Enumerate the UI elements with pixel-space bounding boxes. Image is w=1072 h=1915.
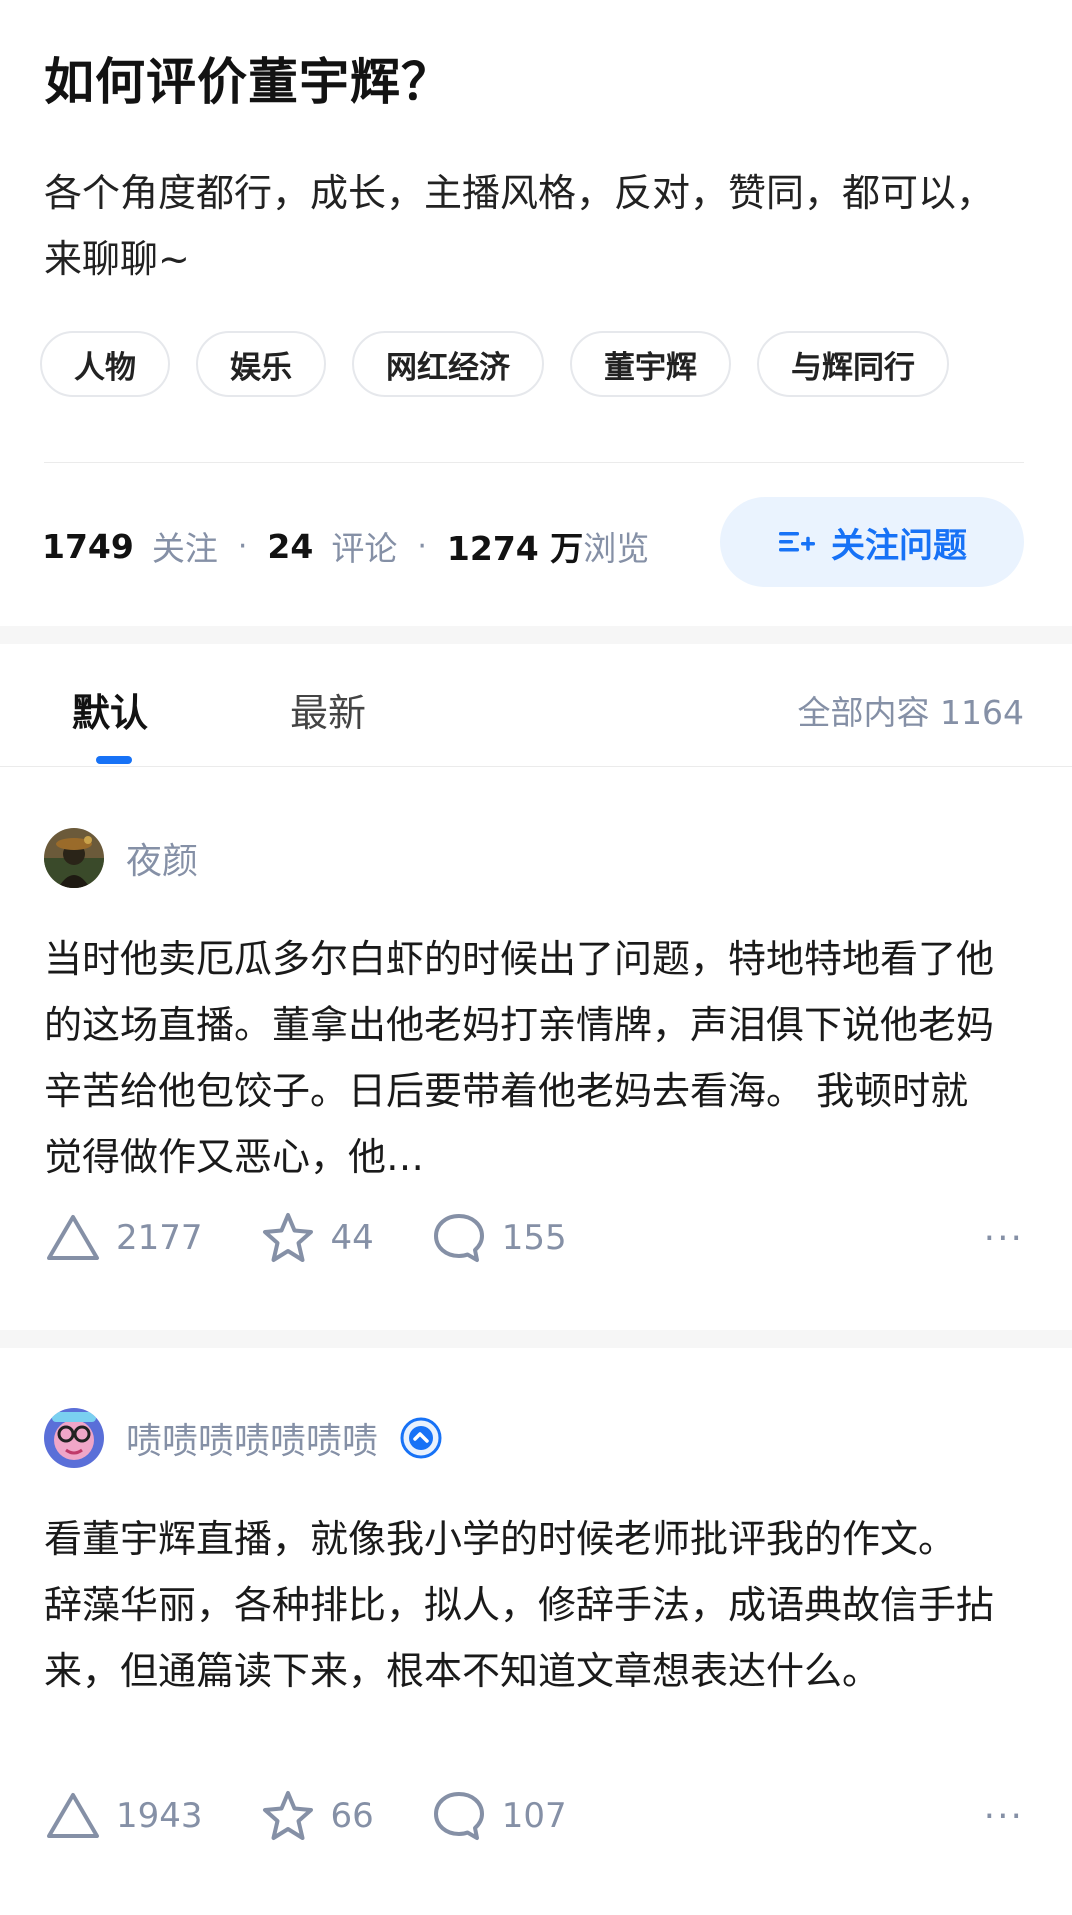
divider xyxy=(44,462,1024,463)
tag-entertainment[interactable]: 娱乐 xyxy=(196,331,326,397)
comment-button[interactable]: 107 xyxy=(430,1790,567,1842)
more-options-icon[interactable]: ··· xyxy=(984,1218,1024,1259)
tag-person[interactable]: 人物 xyxy=(40,331,170,397)
comments-label[interactable]: 评论 xyxy=(331,522,397,570)
follow-question-button[interactable]: 关注问题 xyxy=(720,497,1024,587)
upvote-count: 1943 xyxy=(116,1796,203,1836)
active-tab-indicator xyxy=(96,756,132,764)
avatar[interactable] xyxy=(44,1408,104,1468)
total-content-count: 全部内容 1164 xyxy=(797,693,1024,732)
favorite-count: 66 xyxy=(330,1796,374,1836)
tab-newest[interactable]: 最新 xyxy=(290,682,366,737)
avatar[interactable] xyxy=(44,828,104,888)
answer-content[interactable]: 看董宇辉直播，就像我小学的时候老师批评我的作文。 辞藻华丽，各种排比，拟人，修辞… xyxy=(44,1506,1004,1704)
upvote-button[interactable]: 2177 xyxy=(44,1212,203,1264)
upvote-icon xyxy=(47,1215,99,1260)
comment-button[interactable]: 155 xyxy=(430,1212,567,1264)
tag-yuhui-tongxing[interactable]: 与辉同行 xyxy=(757,331,949,397)
upvote-button[interactable]: 1943 xyxy=(44,1790,203,1842)
answer-tabs: 默认 最新 全部内容 1164 xyxy=(0,644,1072,766)
verified-badge-icon xyxy=(400,1417,442,1459)
comment-icon xyxy=(433,1792,484,1840)
answer-actions: 1943 66 107 ··· xyxy=(44,1790,1024,1842)
followers-count: 1749 xyxy=(42,526,134,566)
answer-content[interactable]: 当时他卖厄瓜多尔白虾的时候出了问题，特地特地看了他的这场直播。董拿出他老妈打亲情… xyxy=(44,926,1004,1190)
followers-label: 关注 xyxy=(151,529,218,568)
author-info[interactable]: 夜颜 xyxy=(44,828,198,888)
tab-default[interactable]: 默认 xyxy=(72,682,148,737)
follow-question-label: 关注问题 xyxy=(831,525,967,566)
more-options-icon[interactable]: ··· xyxy=(984,1796,1024,1837)
comment-count: 155 xyxy=(501,1218,567,1258)
answer-actions: 2177 44 155 ··· xyxy=(44,1212,1024,1264)
comment-count: 107 xyxy=(501,1796,567,1836)
favorite-button[interactable]: 66 xyxy=(259,1790,374,1842)
tag-influencer-economy[interactable]: 网红经济 xyxy=(352,331,544,397)
question-stats: 1749 关注 · 24 评论 · 1274 万 浏览 xyxy=(42,522,649,570)
star-icon xyxy=(262,1791,313,1840)
upvote-count: 2177 xyxy=(116,1218,203,1258)
favorite-count: 44 xyxy=(330,1218,374,1258)
topic-tags: 人物 娱乐 网红经济 董宇辉 与辉同行 xyxy=(40,331,949,397)
author-name[interactable]: 夜颜 xyxy=(126,832,198,884)
separator-dot: · xyxy=(237,528,248,564)
upvote-icon xyxy=(47,1793,99,1838)
add-list-icon xyxy=(779,532,815,552)
views-label: 浏览 xyxy=(583,529,650,568)
comment-icon xyxy=(433,1214,484,1262)
separator-dot: · xyxy=(417,528,427,564)
author-name[interactable]: 啧啧啧啧啧啧啧 xyxy=(126,1412,378,1464)
question-description: 各个角度都行，成长，主播风格，反对，赞同，都可以，来聊聊~ xyxy=(44,171,995,281)
question-title: 如何评价董宇辉？ xyxy=(44,53,452,111)
divider xyxy=(0,766,1072,767)
tag-dong-yuhui[interactable]: 董宇辉 xyxy=(570,331,731,397)
section-separator xyxy=(0,626,1072,644)
favorite-button[interactable]: 44 xyxy=(259,1212,374,1264)
comments-count[interactable]: 24 xyxy=(267,527,313,566)
author-info[interactable]: 啧啧啧啧啧啧啧 xyxy=(44,1408,442,1468)
views-count: 1274 万 xyxy=(446,529,584,568)
star-icon xyxy=(262,1213,313,1262)
section-separator xyxy=(0,1330,1072,1348)
